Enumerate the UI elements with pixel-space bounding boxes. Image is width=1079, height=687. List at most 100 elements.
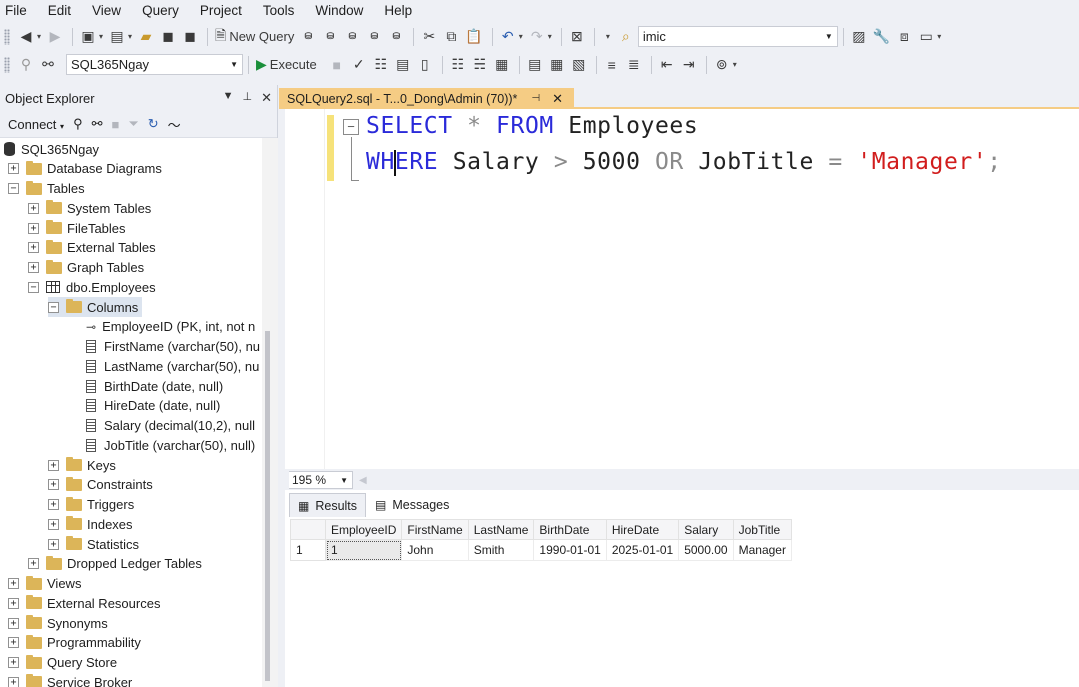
query-editor[interactable]: − SELECT * FROM Employees WHERE Salary >…: [285, 109, 1079, 469]
pin-icon[interactable]: ⊥: [243, 90, 253, 106]
chevron-down-icon[interactable]: ▾: [606, 32, 610, 41]
expand-icon[interactable]: +: [48, 499, 59, 510]
save-icon[interactable]: ◼: [158, 26, 178, 48]
open-folder-icon[interactable]: ▰: [136, 26, 156, 48]
back-icon[interactable]: ◀: [16, 26, 36, 48]
properties-wrench-icon[interactable]: 🔧: [871, 26, 892, 48]
chevron-down-icon[interactable]: ▼: [825, 32, 833, 41]
menu-edit[interactable]: Edit: [47, 0, 81, 22]
menu-project[interactable]: Project: [199, 0, 252, 22]
tree-node[interactable]: FirstName (varchar(50), nu: [86, 337, 260, 357]
toolbox-icon[interactable]: ⧈: [894, 26, 914, 48]
intellisense-icon[interactable]: ▯: [415, 54, 435, 76]
refresh-icon[interactable]: ↻: [148, 116, 159, 132]
table-row[interactable]: 1 1 John Smith 1990-01-01 2025-01-01 5000.00 Ma…: [290, 539, 792, 561]
tree-node[interactable]: + Views: [8, 574, 81, 594]
expand-icon[interactable]: +: [28, 242, 39, 254]
tree-node[interactable]: + External Resources: [8, 593, 160, 613]
tree-node[interactable]: + System Tables: [28, 198, 151, 218]
grid-cell[interactable]: 5000.00: [678, 539, 734, 561]
stop-icon[interactable]: ■: [327, 54, 347, 76]
new-query-button[interactable]: 🗎 New Query: [213, 26, 296, 48]
actual-plan-icon[interactable]: ☷: [448, 54, 468, 76]
toolbar-grip[interactable]: [4, 28, 10, 45]
chevron-down-icon[interactable]: ▼: [230, 60, 238, 69]
expand-icon[interactable]: +: [8, 597, 19, 609]
expand-icon[interactable]: +: [48, 538, 59, 550]
results-to-grid-icon[interactable]: ▦: [547, 54, 567, 76]
cut-icon[interactable]: ✂: [419, 26, 439, 48]
tree-node[interactable]: SQL365Ngay: [4, 139, 99, 159]
connect-dropdown[interactable]: Connect ▾: [8, 117, 64, 132]
database-engine-query-icon[interactable]: ⛁: [298, 26, 318, 48]
tree-node[interactable]: LastName (varchar(50), nu: [86, 356, 259, 376]
tab-sqlquery2[interactable]: SQLQuery2.sql - T...0_Dong\Admin (70))* …: [279, 88, 574, 109]
tree-node[interactable]: − Columns: [48, 297, 143, 317]
tree-node[interactable]: + Synonyms: [8, 613, 108, 633]
column-header[interactable]: HireDate: [605, 519, 680, 540]
row-number[interactable]: 1: [290, 539, 326, 561]
grid-cell[interactable]: 1: [324, 539, 403, 561]
tree-node[interactable]: − dbo.Employees: [28, 277, 156, 297]
code-line-2[interactable]: WHERE Salary > 5000 OR JobTitle = 'Manag…: [366, 149, 1002, 176]
connect-icon[interactable]: ⚲: [73, 116, 83, 132]
uncomment-icon[interactable]: ≣: [624, 54, 644, 76]
grid-cell[interactable]: John: [401, 539, 469, 561]
activity-monitor-icon[interactable]: 〜: [168, 115, 181, 134]
column-header[interactable]: EmployeeID: [324, 519, 403, 540]
collapse-icon[interactable]: −: [28, 281, 39, 293]
stop-icon[interactable]: ■: [112, 117, 120, 132]
redo-icon[interactable]: ↷: [527, 26, 547, 48]
close-icon[interactable]: ✕: [261, 90, 272, 106]
menu-file[interactable]: File: [4, 0, 37, 22]
expand-icon[interactable]: +: [8, 637, 19, 649]
undo-icon[interactable]: ↶: [498, 26, 518, 48]
tree-node[interactable]: + Graph Tables: [28, 258, 144, 278]
connect-icon[interactable]: ⚲: [16, 54, 36, 76]
comment-icon[interactable]: ≡: [602, 54, 622, 76]
tree-node[interactable]: + Keys: [48, 455, 116, 475]
results-to-text-icon[interactable]: ▤: [525, 54, 545, 76]
menu-view[interactable]: View: [91, 0, 131, 22]
xmla-query-icon[interactable]: ⛁: [364, 26, 384, 48]
parse-checkmark-icon[interactable]: ✓: [349, 54, 369, 76]
new-project-icon[interactable]: ▣: [78, 26, 98, 48]
change-connection-icon[interactable]: ⚯: [38, 54, 58, 76]
chevron-down-icon[interactable]: ▾: [99, 32, 103, 41]
column-header[interactable]: BirthDate: [533, 519, 607, 540]
tree-node[interactable]: + Indexes: [48, 514, 133, 534]
tree-node[interactable]: + Database Diagrams: [8, 159, 162, 179]
decrease-indent-icon[interactable]: ⇤: [657, 54, 677, 76]
toolbar-grip[interactable]: [4, 56, 10, 73]
estimated-plan-icon[interactable]: ☷: [371, 54, 391, 76]
expand-icon[interactable]: +: [28, 222, 39, 234]
tree-node[interactable]: Salary (decimal(10,2), null: [86, 416, 255, 436]
tree-node[interactable]: + Triggers: [48, 495, 134, 515]
forward-icon[interactable]: ▶: [45, 26, 65, 48]
query-options-icon[interactable]: ▤: [393, 54, 413, 76]
tree-node[interactable]: ⊸ EmployeeID (PK, int, not n: [86, 317, 255, 337]
close-icon[interactable]: ✕: [552, 91, 563, 107]
expand-icon[interactable]: +: [48, 479, 59, 491]
menu-query[interactable]: Query: [141, 0, 189, 22]
dax-query-icon[interactable]: ⛁: [386, 26, 406, 48]
tree-node[interactable]: + Service Broker: [8, 672, 132, 687]
expand-icon[interactable]: +: [28, 262, 39, 273]
chevron-down-icon[interactable]: ▾: [937, 32, 941, 41]
expand-icon[interactable]: +: [8, 657, 19, 668]
collapse-icon[interactable]: −: [8, 183, 19, 194]
disconnect-icon[interactable]: ⚯: [92, 116, 103, 132]
tree-node[interactable]: + Statistics: [48, 534, 139, 554]
column-header[interactable]: FirstName: [401, 519, 469, 540]
chevron-down-icon[interactable]: ▾: [37, 32, 41, 41]
specify-values-icon[interactable]: ⊚: [712, 54, 732, 76]
tree-node[interactable]: + Programmability: [8, 633, 141, 653]
grid-corner[interactable]: [290, 519, 326, 540]
tree-node[interactable]: BirthDate (date, null): [86, 376, 223, 396]
code-line-1[interactable]: SELECT * FROM Employees: [366, 113, 698, 139]
expand-icon[interactable]: +: [8, 676, 19, 687]
expand-icon[interactable]: +: [28, 202, 39, 214]
tree-node[interactable]: + Constraints: [48, 475, 153, 495]
expand-icon[interactable]: +: [8, 578, 19, 589]
column-header[interactable]: JobTitle: [732, 519, 792, 540]
